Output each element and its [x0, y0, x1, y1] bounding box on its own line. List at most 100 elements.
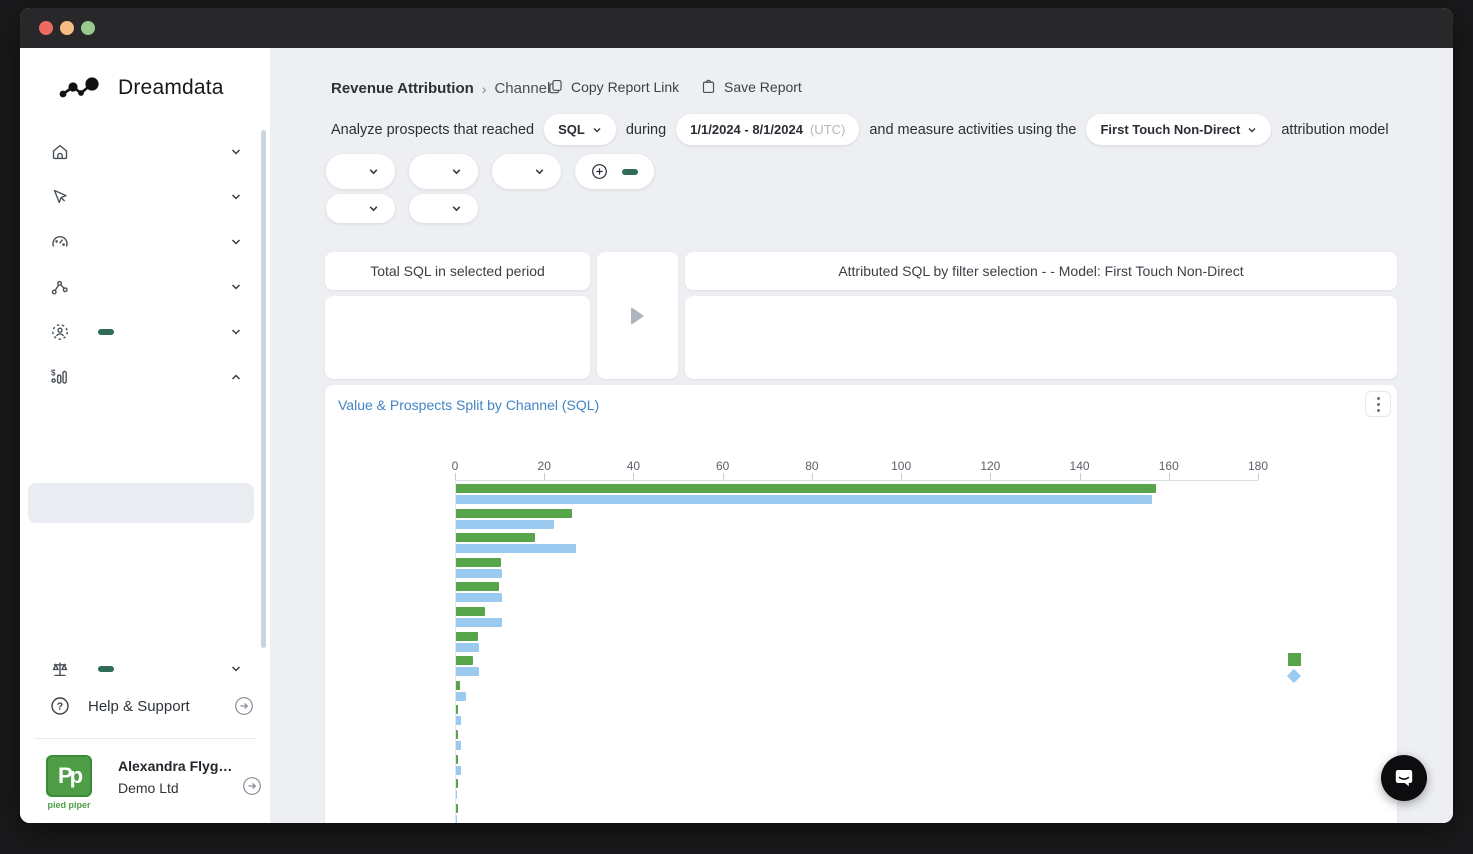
date-range-picker[interactable]: 1/1/2024 - 8/1/2024 (UTC) — [676, 114, 859, 145]
value-bar[interactable] — [456, 730, 458, 739]
axis-tick-label: 0 — [452, 459, 459, 473]
add-filter-button[interactable] — [575, 154, 654, 189]
chart-title-link[interactable]: Value & Prospects Split by Channel (SQL) — [338, 397, 599, 413]
value-bar[interactable] — [456, 533, 535, 542]
dreamdata-logo-icon — [56, 76, 108, 100]
sidebar-item-help-support[interactable]: ? Help & Support — [20, 690, 270, 722]
legend-diamond-swatch — [1287, 669, 1301, 683]
sidebar-subitem-revenue-segmentation[interactable] — [20, 442, 270, 482]
prospects-bar[interactable] — [456, 790, 457, 799]
value-bar[interactable] — [456, 804, 458, 813]
axis-tick-label: 180 — [1248, 459, 1268, 473]
prospects-bar[interactable] — [456, 766, 461, 775]
breadcrumb-report[interactable]: Revenue Attribution — [331, 80, 474, 97]
intercom-chat-button[interactable] — [1381, 755, 1427, 801]
prospects-bar[interactable] — [456, 667, 479, 676]
filter-group-by-dropdown[interactable] — [409, 194, 478, 223]
prospects-bar[interactable] — [456, 692, 466, 701]
save-report-button[interactable]: Save Report — [700, 78, 802, 95]
breadcrumb-channel: Channel — [494, 80, 550, 97]
stage-dropdown[interactable]: SQL — [544, 114, 616, 145]
value-bar[interactable] — [456, 632, 478, 641]
sidebar-item-customer-journeys[interactable] — [20, 264, 270, 309]
attributed-card-header: Attributed SQL by filter selection - - M… — [685, 252, 1397, 290]
copy-report-link-label: Copy Report Link — [571, 79, 679, 95]
stage-dropdown-value: SQL — [558, 122, 585, 137]
prospects-bar[interactable] — [456, 716, 461, 725]
stat-value — [1041, 296, 1219, 379]
chart-menu-button[interactable] — [1365, 391, 1391, 417]
chevron-down-icon — [368, 166, 379, 177]
date-range-timezone: (UTC) — [810, 122, 845, 137]
chevron-down-icon — [230, 236, 242, 248]
prospects-bar[interactable] — [456, 544, 576, 553]
query-text-1: Analyze prospects that reached — [331, 122, 534, 138]
value-bar[interactable] — [456, 558, 501, 567]
chevron-down-icon — [534, 166, 545, 177]
sidebar-subitem-revenue-reporting[interactable] — [20, 401, 270, 441]
sidebar-item-audience-hub[interactable] — [20, 309, 270, 354]
value-bar[interactable] — [456, 755, 458, 764]
revenue-bars-icon: $ — [50, 367, 70, 387]
attribution-model-dropdown[interactable]: First Touch Non-Direct — [1086, 114, 1271, 145]
legend-square-swatch — [1288, 653, 1301, 666]
value-bar[interactable] — [456, 607, 485, 616]
value-bar[interactable] — [456, 484, 1156, 493]
expand-panel-button[interactable] — [597, 252, 678, 379]
account-arrow-icon[interactable] — [242, 776, 262, 796]
new-badge — [98, 329, 114, 335]
filter-channel-dropdown[interactable] — [326, 154, 395, 189]
sidebar-item-engagement[interactable] — [20, 174, 270, 219]
filter-aggregation-dropdown[interactable] — [326, 194, 395, 223]
copy-icon — [547, 78, 564, 95]
value-bar[interactable] — [456, 705, 458, 714]
sidebar-item-performance[interactable] — [20, 219, 270, 264]
legend-item — [1288, 671, 1308, 681]
attributed-stats-card — [685, 296, 1397, 379]
axis-tick-mark — [990, 473, 991, 480]
breadcrumb-separator-icon: › — [482, 81, 487, 97]
attributed-card-title: Attributed SQL by filter selection - - M… — [685, 252, 1397, 290]
prospects-bar[interactable] — [456, 815, 457, 823]
plus-circle-icon — [591, 163, 608, 180]
sidebar-subitem-cac[interactable] — [20, 606, 270, 646]
query-builder: Analyze prospects that reached SQL durin… — [331, 114, 1413, 145]
minimize-window-button[interactable] — [60, 21, 74, 35]
value-bar[interactable] — [456, 779, 458, 788]
chevron-down-icon — [451, 203, 462, 214]
cursor-icon — [50, 187, 70, 207]
zoom-window-button[interactable] — [81, 21, 95, 35]
prospects-bar[interactable] — [456, 495, 1152, 504]
prospects-bar[interactable] — [456, 593, 502, 602]
axis-tick-mark — [544, 473, 545, 480]
filter-source-dropdown[interactable] — [409, 154, 478, 189]
sidebar-item-home[interactable] — [20, 129, 270, 174]
sidebar-subitem-content-analytics[interactable] — [20, 565, 270, 605]
value-bar[interactable] — [456, 582, 499, 591]
filter-campaign-dropdown[interactable] — [492, 154, 561, 189]
close-window-button[interactable] — [39, 21, 53, 35]
prospects-bar[interactable] — [456, 643, 479, 652]
date-range-value: 1/1/2024 - 8/1/2024 — [690, 122, 803, 137]
brand-logo[interactable]: Dreamdata — [56, 76, 224, 100]
open-help-arrow-icon[interactable] — [234, 696, 254, 716]
svg-text:$: $ — [51, 368, 56, 377]
sidebar-subitem-revenue-attribution[interactable] — [28, 483, 254, 523]
prospects-bar[interactable] — [456, 618, 502, 627]
prospects-bar[interactable] — [456, 520, 554, 529]
prospects-bar[interactable] — [456, 741, 461, 750]
value-bar[interactable] — [456, 509, 572, 518]
value-bar[interactable] — [456, 656, 473, 665]
workspace-logo: Pp — [46, 755, 92, 797]
axis-tick-mark — [812, 473, 813, 480]
sidebar-subitem-attribution-models[interactable] — [20, 524, 270, 564]
copy-report-link-button[interactable]: Copy Report Link — [547, 78, 679, 95]
sidebar-item-revenue-analytics[interactable]: $ — [20, 354, 270, 399]
workspace-logo-caption: pied piper — [42, 800, 96, 810]
attribution-model-value: First Touch Non-Direct — [1100, 122, 1240, 137]
sidebar-scrollbar[interactable] — [261, 130, 266, 648]
axis-tick-label: 160 — [1159, 459, 1179, 473]
prospects-bar[interactable] — [456, 569, 502, 578]
total-card-header: Total SQL in selected period — [325, 252, 590, 290]
value-bar[interactable] — [456, 681, 460, 690]
